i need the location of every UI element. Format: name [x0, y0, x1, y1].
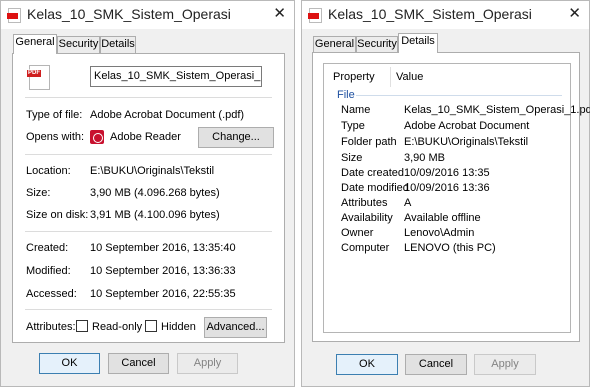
size-on-disk-label: Size on disk: — [26, 209, 89, 221]
detail-property: Size — [341, 152, 363, 164]
pdf-file-icon: PDF — [27, 65, 50, 90]
modified-value: 10 September 2016, 13:36:33 — [90, 265, 236, 277]
detail-property: Date created — [341, 167, 404, 179]
accessed-value: 10 September 2016, 22:55:35 — [90, 288, 236, 300]
group-divider — [356, 95, 562, 96]
advanced-button[interactable]: Advanced... — [204, 317, 267, 338]
tab-security[interactable]: Security — [356, 36, 398, 53]
detail-property: Availability — [341, 212, 393, 224]
properties-window-details: Kelas_10_SMK_Sistem_Operasi ✕ General Se… — [301, 0, 590, 387]
divider — [25, 97, 272, 98]
details-panel: Property Value File Name Kelas_10_SMK_Si… — [312, 52, 590, 342]
window-title: Kelas_10_SMK_Sistem_Operasi — [27, 6, 231, 22]
detail-property: Attributes — [341, 197, 388, 209]
title-bar[interactable]: Kelas_10_SMK_Sistem_Operasi ✕ — [302, 1, 589, 29]
tab-details[interactable]: Details — [398, 33, 438, 53]
column-divider[interactable] — [390, 67, 391, 87]
type-value: Adobe Acrobat Document (.pdf) — [90, 109, 245, 121]
pdf-file-icon — [308, 8, 322, 23]
detail-value: Adobe Acrobat Document — [404, 120, 530, 132]
accessed-label: Accessed: — [26, 288, 77, 300]
attributes-label: Attributes: — [26, 321, 76, 333]
detail-value: E:\BUKU\Originals\Tekstil — [404, 136, 529, 148]
location-value: E:\BUKU\Originals\Tekstil — [90, 165, 215, 177]
detail-value: 10/09/2016 13:35 — [404, 167, 490, 179]
modified-label: Modified: — [26, 265, 71, 277]
opens-with-label: Opens with: — [26, 131, 85, 143]
ok-button[interactable]: OK — [39, 353, 100, 374]
opens-with-value: Adobe Reader — [110, 131, 181, 143]
close-icon[interactable]: ✕ — [273, 6, 286, 21]
readonly-checkbox[interactable] — [76, 320, 88, 332]
hidden-label[interactable]: Hidden — [161, 321, 196, 333]
type-label: Type of file: — [26, 109, 83, 121]
detail-value: Available offline — [404, 212, 481, 224]
ok-button[interactable]: OK — [336, 354, 398, 375]
detail-value: Lenovo\Admin — [404, 227, 475, 239]
divider — [25, 309, 272, 310]
property-column-header[interactable]: Property — [333, 71, 375, 83]
detail-property: Folder path — [341, 136, 397, 148]
apply-button[interactable]: Apply — [177, 353, 238, 374]
divider — [25, 231, 272, 232]
readonly-label[interactable]: Read-only — [92, 321, 142, 333]
detail-value: 3,90 MB — [404, 152, 445, 164]
detail-property: Date modified — [341, 182, 409, 194]
apply-button[interactable]: Apply — [474, 354, 536, 375]
value-column-header[interactable]: Value — [396, 71, 423, 83]
close-icon[interactable]: ✕ — [568, 6, 581, 21]
cancel-button[interactable]: Cancel — [405, 354, 467, 375]
divider — [25, 154, 272, 155]
size-label: Size: — [26, 187, 51, 199]
change-button[interactable]: Change... — [198, 127, 274, 148]
created-label: Created: — [26, 242, 69, 254]
size-value: 3,90 MB (4.096.268 bytes) — [90, 187, 220, 199]
size-on-disk-value: 3,91 MB (4.100.096 bytes) — [90, 209, 220, 221]
general-panel: PDF Kelas_10_SMK_Sistem_Operasi_1.pdf Ty… — [12, 53, 285, 343]
detail-value: Kelas_10_SMK_Sistem_Operasi_1.pdf — [404, 104, 590, 116]
tab-details[interactable]: Details — [100, 36, 136, 53]
detail-property: Computer — [341, 242, 390, 254]
hidden-checkbox[interactable] — [145, 320, 157, 332]
detail-property: Name — [341, 104, 371, 116]
title-bar[interactable]: Kelas_10_SMK_Sistem_Operasi ✕ — [1, 1, 294, 29]
properties-window-general: Kelas_10_SMK_Sistem_Operasi ✕ General Se… — [0, 0, 295, 387]
filename-field[interactable]: Kelas_10_SMK_Sistem_Operasi_1.pdf — [90, 66, 262, 87]
location-label: Location: — [26, 165, 71, 177]
tab-general[interactable]: General — [313, 36, 356, 53]
tab-security[interactable]: Security — [57, 36, 100, 53]
created-value: 10 September 2016, 13:35:40 — [90, 242, 236, 254]
detail-value: A — [404, 197, 412, 209]
tab-general[interactable]: General — [13, 34, 57, 54]
detail-value: 10/09/2016 13:36 — [404, 182, 490, 194]
detail-value: LENOVO (this PC) — [404, 242, 496, 254]
window-title: Kelas_10_SMK_Sistem_Operasi — [328, 6, 532, 22]
cancel-button[interactable]: Cancel — [108, 353, 169, 374]
group-header-file: File — [337, 89, 355, 101]
detail-property: Type — [341, 120, 365, 132]
adobe-reader-icon — [90, 130, 104, 144]
detail-property: Owner — [341, 227, 374, 239]
pdf-file-icon — [7, 8, 21, 23]
